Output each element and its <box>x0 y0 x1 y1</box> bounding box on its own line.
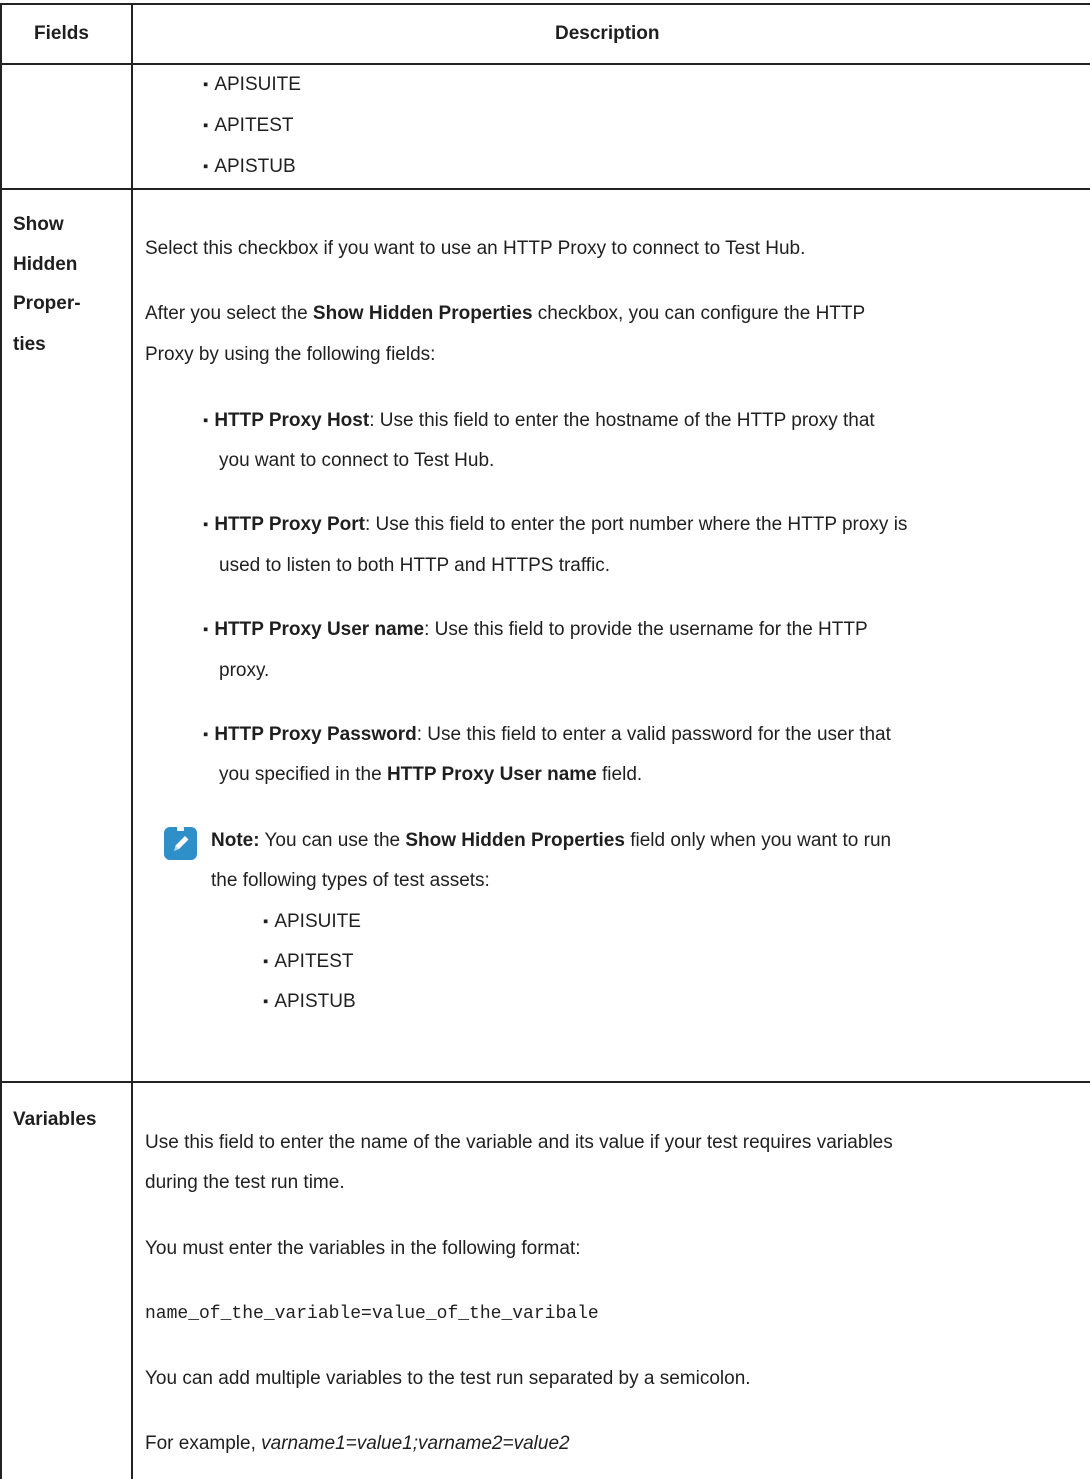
pencil-icon <box>164 827 197 860</box>
paragraph: For example, varname1=value1;varname2=va… <box>145 1433 570 1454</box>
paragraph: Select this checkbox if you want to use … <box>145 238 806 259</box>
field-name-line: Show <box>13 214 64 235</box>
list-item-continuation: you specified in the HTTP Proxy User nam… <box>219 764 643 785</box>
column-divider <box>131 3 133 1479</box>
list-item: HTTP Proxy Port: Use this field to enter… <box>203 513 907 538</box>
field-name-line: Proper- <box>13 293 81 314</box>
note-list-item: APITEST <box>263 950 353 975</box>
paragraph: You must enter the variables in the foll… <box>145 1238 581 1259</box>
table-top-border <box>0 3 1090 5</box>
paragraph: during the test run time. <box>145 1172 345 1193</box>
paragraph: Use this field to enter the name of the … <box>145 1132 893 1153</box>
table-left-border <box>0 3 2 1479</box>
paragraph: After you select the Show Hidden Propert… <box>145 303 866 324</box>
note-text: Note: You can use the Show Hidden Proper… <box>211 830 892 851</box>
list-item-continuation: proxy. <box>219 660 270 681</box>
list-item: APISUITE <box>203 73 301 98</box>
row-divider-2 <box>0 1081 1090 1083</box>
header-description: Description <box>555 23 660 44</box>
list-item: APITEST <box>203 114 293 139</box>
field-name-line: Hidden <box>13 254 78 275</box>
list-item: APISTUB <box>203 155 295 180</box>
paragraph: You can add multiple variables to the te… <box>145 1368 751 1389</box>
note-list-item: APISUITE <box>263 910 361 935</box>
field-name: Variables <box>13 1109 97 1130</box>
note-text-line2: the following types of test assets: <box>211 870 490 891</box>
paragraph: Proxy by using the following fields: <box>145 344 436 365</box>
row-divider-1 <box>0 188 1090 190</box>
field-name-line: ties <box>13 334 46 355</box>
list-item-continuation: you want to connect to Test Hub. <box>219 450 495 471</box>
header-fields: Fields <box>34 23 89 44</box>
fields-table: Fields Description APISUITE APITEST APIS… <box>0 0 1090 1479</box>
pencil-icon-glyph <box>174 827 189 851</box>
header-divider <box>0 63 1090 65</box>
list-item-continuation: used to listen to both HTTP and HTTPS tr… <box>219 555 611 576</box>
code-sample: name_of_the_variable=value_of_the_variba… <box>145 1304 599 1324</box>
list-item: HTTP Proxy User name: Use this field to … <box>203 618 867 643</box>
list-item: HTTP Proxy Password: Use this field to e… <box>203 723 891 748</box>
note-list-item: APISTUB <box>263 990 355 1015</box>
list-item: HTTP Proxy Host: Use this field to enter… <box>203 409 874 434</box>
